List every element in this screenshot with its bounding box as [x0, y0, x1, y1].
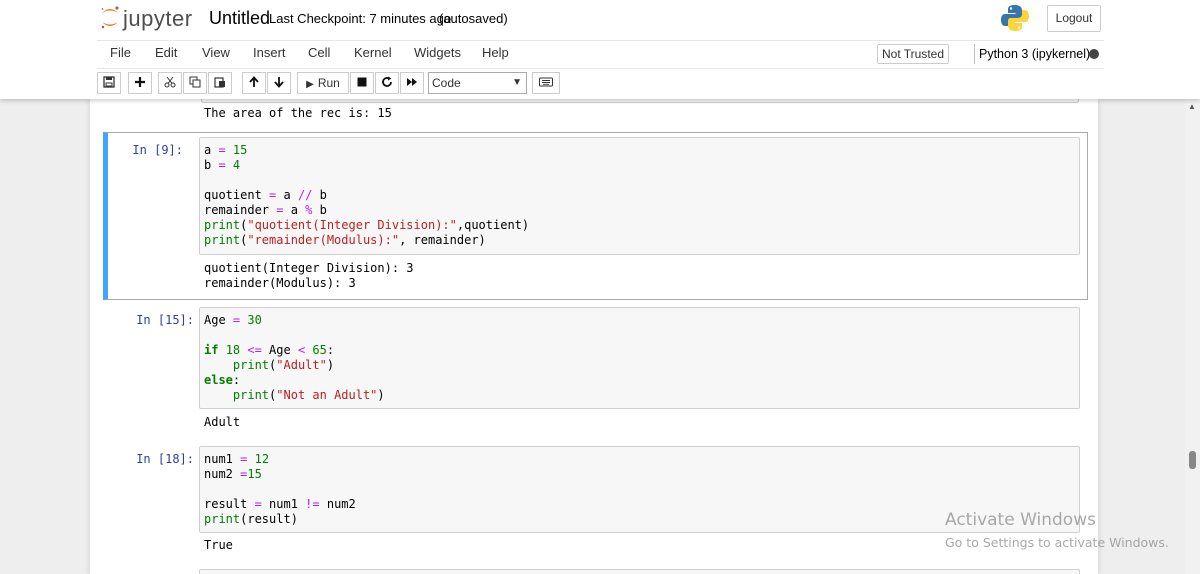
code-line: remainder = a % b [204, 203, 327, 217]
page-scrollbar[interactable]: ▲ [1185, 99, 1200, 574]
watermark-subtitle: Go to Settings to activate Windows. [945, 535, 1169, 550]
cell-output: True [204, 538, 233, 553]
cut-button[interactable] [158, 72, 182, 94]
run-label: Run [317, 76, 340, 90]
cell-output: Adult [204, 415, 240, 430]
code-cell-input[interactable]: Age = 30 if 18 <= Age < 65: print("Adult… [199, 307, 1080, 409]
save-button[interactable] [97, 72, 121, 94]
code-text: a = 15 b = 4 quotient = a // b remainder… [204, 143, 529, 248]
code-text: num1 = 12 num2 =15 result = num1 != num2… [204, 452, 356, 527]
kernel-name[interactable]: Python 3 (ipykernel) [974, 44, 1090, 64]
notebook-title[interactable]: Untitled [207, 7, 272, 30]
menu-widgets[interactable]: Widgets [414, 45, 461, 60]
code-line: print("Adult") [232, 358, 335, 372]
cell-type-value: Code [432, 76, 461, 90]
jupyter-wordmark: jupyter [123, 6, 193, 31]
scrollbar-thumb[interactable] [1189, 451, 1196, 469]
scroll-up-icon[interactable]: ▲ [1188, 102, 1196, 111]
menubar: File Edit View Insert Cell Kernel Widget… [97, 40, 1104, 69]
output-text: The area of the rec is: 15 [204, 106, 392, 120]
run-icon: ▶ [306, 79, 314, 90]
code-cell-input[interactable] [199, 569, 1080, 574]
stop-icon [357, 77, 367, 87]
output-text: True [204, 538, 233, 552]
code-line: if 18 <= Age < 65: [204, 343, 335, 357]
code-cell-input[interactable] [201, 99, 1079, 103]
notebook-header: jupyter Untitled Last Checkpoint: 7 minu… [0, 0, 1200, 99]
fast-forward-icon [407, 78, 417, 86]
jupyter-logo[interactable]: jupyter [99, 4, 199, 32]
logout-button[interactable]: Logout [1047, 5, 1101, 32]
input-prompt: In [9]: [132, 143, 183, 157]
save-icon [103, 76, 115, 88]
cell-output: quotient(Integer Division): 3 remainder(… [204, 261, 414, 291]
menu-help[interactable]: Help [482, 45, 509, 60]
code-line: print("quotient(Integer Division):",quot… [204, 218, 530, 232]
code-line: num2 =15 [204, 467, 262, 481]
toolbar: ▶ Run Code ▼ [97, 72, 1104, 94]
menu-cell[interactable]: Cell [308, 45, 330, 60]
move-down-icon [274, 77, 284, 88]
copy-button[interactable] [183, 72, 207, 94]
run-button[interactable]: ▶ Run [297, 72, 349, 94]
paste-button[interactable] [208, 72, 232, 94]
menu-edit[interactable]: Edit [155, 45, 177, 60]
add-cell-icon [135, 77, 145, 87]
cut-icon [164, 76, 176, 88]
code-line: result = num1 != num2 [204, 497, 356, 511]
code-line: b = 4 [204, 158, 241, 172]
input-prompt: In [15]: [136, 313, 194, 327]
notebook-container: The area of the rec is: 15 In [9]: a = 1… [90, 99, 1098, 574]
code-line: print("Not an Adult") [232, 388, 385, 402]
menu-insert[interactable]: Insert [253, 45, 286, 60]
autosave-status: (autosaved) [439, 11, 508, 26]
code-cell-input[interactable]: a = 15 b = 4 quotient = a // b remainder… [199, 137, 1080, 255]
restart-button[interactable] [375, 72, 399, 94]
checkpoint-status: Last Checkpoint: 7 minutes ago [269, 11, 452, 26]
cell-type-select[interactable]: Code ▼ [428, 72, 527, 94]
code-line: else: [204, 373, 241, 387]
input-prompt: In [18]: [136, 452, 194, 466]
menu-view[interactable]: View [202, 45, 230, 60]
activate-windows-watermark: Activate Windows Go to Settings to activ… [945, 510, 1169, 550]
code-text: Age = 30 if 18 <= Age < 65: print("Adult… [204, 313, 385, 403]
code-line: a = 15 [204, 143, 248, 157]
chevron-down-icon: ▼ [512, 77, 522, 88]
restart-run-all-button[interactable] [400, 72, 424, 94]
code-line: print(result) [204, 512, 298, 526]
code-line: Age = 30 [204, 313, 262, 327]
restart-icon [382, 76, 392, 87]
move-down-button[interactable] [267, 72, 291, 94]
insert-cell-button[interactable] [128, 72, 152, 94]
jupyter-logo-icon [101, 6, 119, 29]
copy-icon [189, 76, 201, 88]
command-palette-button[interactable] [532, 72, 560, 94]
kernel-status-icon [1089, 49, 1099, 59]
code-line: num1 = 12 [204, 452, 270, 466]
keyboard-icon [539, 77, 553, 87]
code-line: quotient = a // b [204, 188, 327, 202]
interrupt-button[interactable] [350, 72, 374, 94]
move-up-button[interactable] [242, 72, 266, 94]
menu-file[interactable]: File [110, 45, 131, 60]
move-up-icon [249, 76, 259, 87]
paste-icon [214, 77, 225, 88]
output-text: quotient(Integer Division): 3 remainder(… [204, 261, 414, 290]
code-line: print("remainder(Modulus):", remainder) [204, 233, 486, 247]
not-trusted-badge[interactable]: Not Trusted [877, 44, 950, 64]
python-logo-icon [1001, 5, 1029, 31]
output-text: Adult [204, 415, 241, 429]
watermark-title: Activate Windows [945, 510, 1096, 530]
menu-kernel[interactable]: Kernel [354, 45, 392, 60]
cell-output: The area of the rec is: 15 [204, 106, 392, 121]
